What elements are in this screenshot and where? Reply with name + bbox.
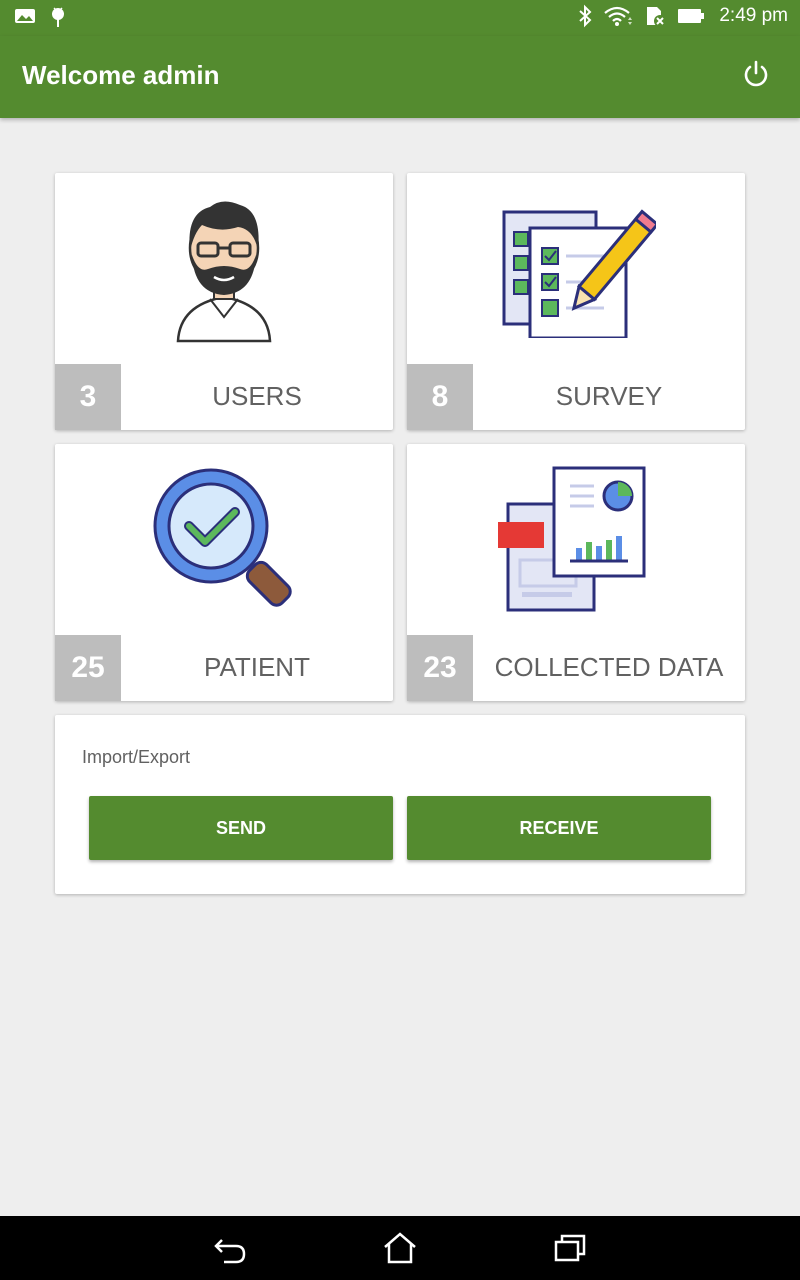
status-bar: 2:49 pm bbox=[0, 0, 800, 36]
import-export-title: Import/Export bbox=[82, 747, 191, 767]
survey-checklist-icon bbox=[502, 209, 656, 338]
tile-collected-data[interactable]: 23 COLLECTED DATA bbox=[407, 444, 745, 701]
users-label: USERS bbox=[212, 381, 302, 411]
survey-label: SURVEY bbox=[555, 381, 663, 411]
tile-survey[interactable]: 8 SURVEY bbox=[407, 173, 745, 430]
send-button[interactable]: SEND bbox=[89, 796, 393, 860]
import-export-card: Import/Export SEND RECEIVE bbox=[55, 715, 745, 894]
collected-data-count: 23 bbox=[407, 635, 473, 701]
user-avatar-icon bbox=[176, 201, 272, 343]
app-bar: Welcome admin bbox=[0, 36, 800, 118]
android-debug-icon bbox=[52, 7, 64, 27]
recents-icon[interactable] bbox=[552, 1230, 588, 1266]
patient-label: PATIENT bbox=[204, 652, 310, 682]
home-icon[interactable] bbox=[382, 1230, 418, 1266]
survey-count: 8 bbox=[407, 364, 473, 430]
gallery-icon bbox=[15, 9, 35, 23]
bluetooth-icon bbox=[579, 4, 592, 28]
magnifier-check-icon bbox=[153, 468, 292, 607]
wifi-icon bbox=[604, 6, 633, 26]
page-title: Welcome admin bbox=[22, 60, 220, 90]
back-icon[interactable] bbox=[212, 1230, 248, 1266]
tile-users[interactable]: 3 USERS bbox=[55, 173, 393, 430]
sd-card-icon bbox=[647, 7, 667, 27]
status-time: 2:49 pm bbox=[719, 5, 788, 26]
tile-patient[interactable]: 25 PATIENT bbox=[55, 444, 393, 701]
receive-button[interactable]: RECEIVE bbox=[407, 796, 711, 860]
patient-count: 25 bbox=[55, 635, 121, 701]
collected-data-label: COLLECTED DATA bbox=[494, 652, 724, 682]
users-count: 3 bbox=[55, 364, 121, 430]
battery-icon bbox=[678, 9, 705, 23]
system-nav-bar bbox=[0, 1216, 800, 1280]
power-icon[interactable] bbox=[742, 60, 770, 88]
report-pdf-icon bbox=[498, 466, 646, 612]
